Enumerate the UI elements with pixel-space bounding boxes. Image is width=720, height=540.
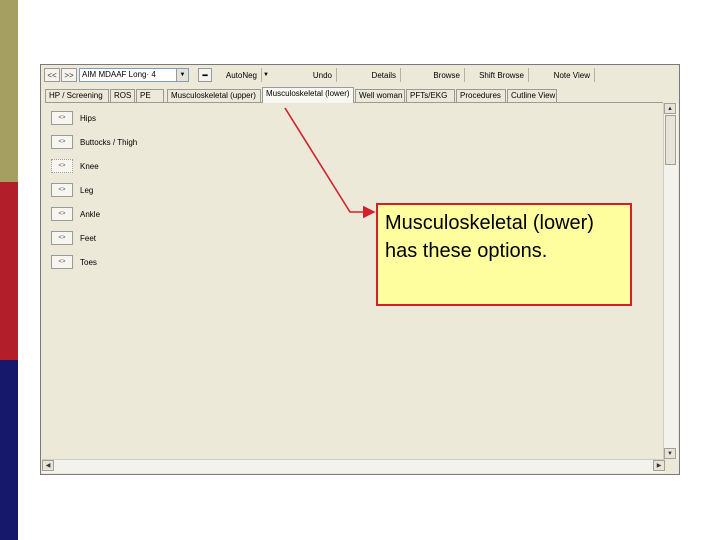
expand-button-ankle[interactable]: <> <box>51 207 73 221</box>
list-item: <> Knee <box>51 159 99 173</box>
list-item: <> Leg <box>51 183 93 197</box>
option-label-toes: Toes <box>80 257 97 267</box>
tab-well-woman[interactable]: Well woman <box>355 89 405 102</box>
scroll-right-icon[interactable]: ▶ <box>653 460 665 471</box>
autoneg-button[interactable]: AutoNeg <box>217 68 262 82</box>
tab-bar: HP / Screening ROS PE Musculoskeletal (u… <box>45 87 665 103</box>
scroll-down-icon[interactable]: ▼ <box>664 448 676 459</box>
back-button[interactable]: << <box>44 68 60 82</box>
expand-button-feet[interactable]: <> <box>51 231 73 245</box>
tab-procedures[interactable]: Procedures <box>456 89 506 102</box>
template-value: AIM MDAAF Long· 4 <box>82 70 156 79</box>
template-select[interactable]: AIM MDAAF Long· 4 ▼ <box>79 68 189 82</box>
horizontal-scrollbar[interactable]: ◀ ▶ <box>42 459 665 473</box>
list-item: <> Feet <box>51 231 96 245</box>
undo-button[interactable]: Undo <box>273 68 337 82</box>
chevron-down-icon[interactable]: ▼ <box>176 69 188 81</box>
list-item: <> Hips <box>51 111 96 125</box>
shift-browse-button[interactable]: Shift Browse <box>467 68 529 82</box>
option-label-leg: Leg <box>80 185 94 195</box>
tab-musculoskeletal-upper[interactable]: Musculoskeletal (upper) <box>167 89 261 102</box>
decor-stripe-navy <box>0 360 18 540</box>
list-item: <> Buttocks / Thigh <box>51 135 137 149</box>
option-label-ankle: Ankle <box>80 209 101 219</box>
expand-button-leg[interactable]: <> <box>51 183 73 197</box>
expand-button-toes[interactable]: <> <box>51 255 73 269</box>
option-label-hips: Hips <box>80 113 97 123</box>
tab-hp-screening[interactable]: HP / Screening <box>45 89 109 102</box>
vertical-scroll-thumb[interactable] <box>665 115 676 165</box>
option-label-knee: Knee <box>80 161 99 171</box>
list-item: <> Toes <box>51 255 97 269</box>
details-button[interactable]: Details <box>339 68 401 82</box>
scroll-up-icon[interactable]: ▲ <box>664 103 676 114</box>
tab-pfts-ekg[interactable]: PFTs/EKG <box>406 89 455 102</box>
tab-pe[interactable]: PE <box>136 89 164 102</box>
autoneg-dropdown-icon[interactable]: ▼ <box>262 68 270 82</box>
minus-button[interactable]: ━ <box>198 68 212 82</box>
option-label-feet: Feet <box>80 233 97 243</box>
decor-stripe-red <box>0 182 18 360</box>
vertical-scrollbar[interactable]: ▲ ▼ <box>663 103 678 459</box>
scroll-left-icon[interactable]: ◀ <box>42 460 54 471</box>
toolbar: << >> AIM MDAAF Long· 4 ▼ ━ AutoNeg ▼ Un… <box>41 65 679 85</box>
note-view-button[interactable]: Note View <box>531 68 595 82</box>
callout-note: Musculoskeletal (lower) has these option… <box>376 203 632 306</box>
browse-button[interactable]: Browse <box>403 68 465 82</box>
tab-cutline-view[interactable]: Cutline View <box>507 89 557 102</box>
expand-button-hips[interactable]: <> <box>51 111 73 125</box>
option-label-buttocks-thigh: Buttocks / Thigh <box>80 137 138 147</box>
tab-musculoskeletal-lower[interactable]: Musculoskeletal (lower) <box>262 87 354 103</box>
expand-button-knee[interactable]: <> <box>51 159 73 173</box>
expand-button-buttocks-thigh[interactable]: <> <box>51 135 73 149</box>
tab-ros[interactable]: ROS <box>110 89 135 102</box>
decor-stripe-olive <box>0 0 18 182</box>
forward-button[interactable]: >> <box>61 68 77 82</box>
list-item: <> Ankle <box>51 207 100 221</box>
